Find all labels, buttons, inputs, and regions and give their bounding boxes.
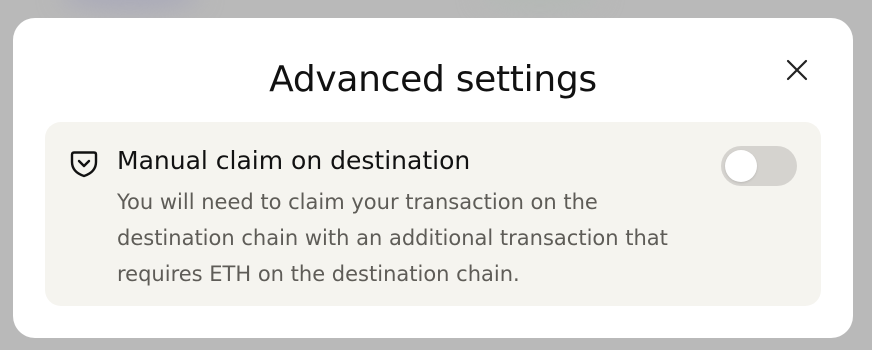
backdrop-blur xyxy=(60,0,200,10)
modal-title: Advanced settings xyxy=(269,59,597,100)
backdrop-blur xyxy=(480,0,600,8)
manual-claim-toggle[interactable] xyxy=(721,146,797,186)
close-button[interactable] xyxy=(779,52,815,88)
shield-icon xyxy=(70,151,98,178)
setting-description: You will need to claim your transaction … xyxy=(117,190,668,286)
close-icon xyxy=(786,59,808,81)
manual-claim-setting: Manual claim on destination You will nee… xyxy=(45,122,821,306)
toggle-knob xyxy=(725,150,757,182)
setting-title: Manual claim on destination xyxy=(117,146,471,175)
advanced-settings-modal: Advanced settings Manual claim on destin… xyxy=(13,18,853,338)
